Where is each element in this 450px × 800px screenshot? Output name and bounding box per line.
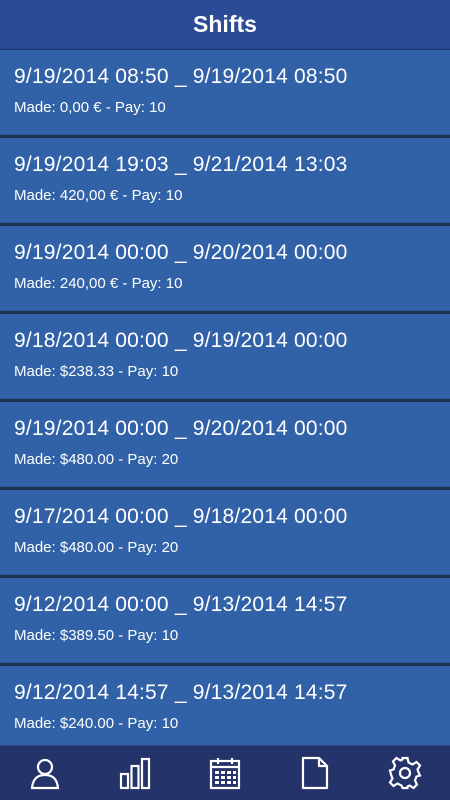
shift-range: 9/19/2014 00:00 _ 9/20/2014 00:00: [14, 241, 348, 264]
shift-item[interactable]: 9/19/2014 00:00 _ 9/20/2014 00:00 Made: …: [0, 226, 450, 311]
document-icon: [301, 756, 329, 790]
tab-reports[interactable]: [285, 746, 345, 800]
page-title: Shifts: [193, 11, 257, 37]
gear-icon: [388, 756, 422, 790]
shift-earnings: Made: 420,00 € - Pay: 10: [14, 187, 183, 204]
shift-range: 9/12/2014 14:57 _ 9/13/2014 14:57: [14, 681, 348, 704]
shift-item[interactable]: 9/19/2014 19:03 _ 9/21/2014 13:03 Made: …: [0, 138, 450, 223]
shift-item[interactable]: 9/17/2014 00:00 _ 9/18/2014 00:00 Made: …: [0, 490, 450, 575]
shift-item[interactable]: 9/12/2014 00:00 _ 9/13/2014 14:57 Made: …: [0, 578, 450, 663]
shift-range: 9/17/2014 00:00 _ 9/18/2014 00:00: [14, 505, 348, 528]
bottom-tab-bar: [0, 745, 450, 800]
shift-range: 9/12/2014 00:00 _ 9/13/2014 14:57: [14, 593, 348, 616]
shift-range: 9/19/2014 08:50 _ 9/19/2014 08:50: [14, 65, 348, 88]
app-header: Shifts: [0, 0, 450, 50]
bar-chart-icon: [119, 757, 151, 790]
shift-range: 9/19/2014 00:00 _ 9/20/2014 00:00: [14, 417, 348, 440]
shift-item[interactable]: 9/18/2014 00:00 _ 9/19/2014 00:00 Made: …: [0, 314, 450, 399]
shift-item[interactable]: 9/19/2014 08:50 _ 9/19/2014 08:50 Made: …: [0, 50, 450, 135]
shift-earnings: Made: 240,00 € - Pay: 10: [14, 275, 183, 292]
shift-earnings: Made: $238.33 - Pay: 10: [14, 363, 179, 380]
tab-profile[interactable]: [15, 746, 75, 800]
calendar-icon: [209, 758, 241, 790]
shift-range: 9/19/2014 19:03 _ 9/21/2014 13:03: [14, 153, 348, 176]
shift-item[interactable]: 9/12/2014 14:57 _ 9/13/2014 14:57 Made: …: [0, 666, 450, 745]
tab-statistics[interactable]: [105, 746, 165, 800]
shift-list[interactable]: 9/19/2014 08:50 _ 9/19/2014 08:50 Made: …: [0, 50, 450, 745]
shift-range: 9/18/2014 00:00 _ 9/19/2014 00:00: [14, 329, 348, 352]
shift-earnings: Made: $480.00 - Pay: 20: [14, 451, 179, 468]
shift-earnings: Made: 0,00 € - Pay: 10: [14, 99, 166, 116]
user-icon: [30, 758, 60, 790]
tab-settings[interactable]: [375, 746, 435, 800]
shift-earnings: Made: $480.00 - Pay: 20: [14, 539, 179, 556]
tab-calendar[interactable]: [195, 746, 255, 800]
shift-earnings: Made: $240.00 - Pay: 10: [14, 715, 179, 732]
shift-item[interactable]: 9/19/2014 00:00 _ 9/20/2014 00:00 Made: …: [0, 402, 450, 487]
shift-earnings: Made: $389.50 - Pay: 10: [14, 627, 179, 644]
